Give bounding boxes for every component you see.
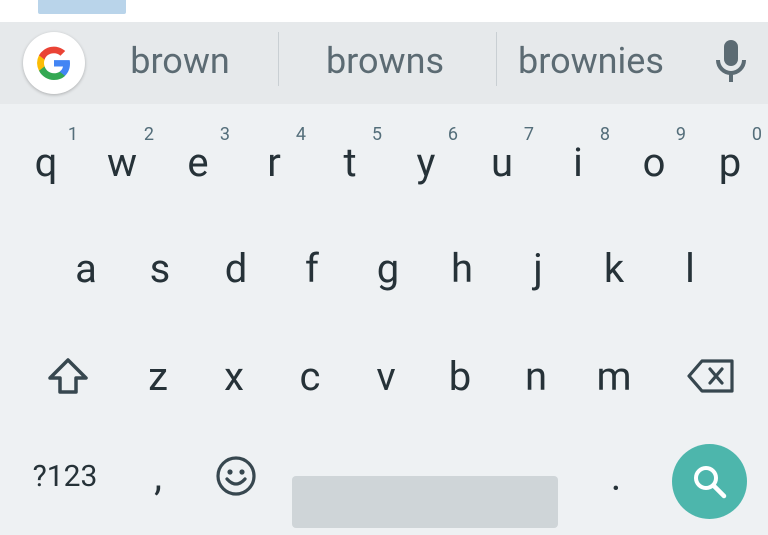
suggestion-2[interactable]: browns bbox=[300, 36, 470, 86]
key-t[interactable]: t5 bbox=[312, 122, 388, 202]
google-icon bbox=[37, 46, 70, 80]
key-s[interactable]: s bbox=[122, 228, 198, 308]
google-button[interactable] bbox=[23, 32, 85, 94]
shift-key[interactable] bbox=[20, 336, 116, 416]
key-p[interactable]: p0 bbox=[692, 122, 768, 202]
key-g[interactable]: g bbox=[350, 228, 426, 308]
key-y[interactable]: y6 bbox=[388, 122, 464, 202]
key-hint: 7 bbox=[523, 124, 534, 145]
key-r[interactable]: r4 bbox=[236, 122, 312, 202]
key-n[interactable]: n bbox=[498, 336, 574, 416]
shift-icon bbox=[48, 358, 88, 394]
key-b[interactable]: b bbox=[422, 336, 498, 416]
suggestion-3[interactable]: brownies bbox=[506, 36, 676, 86]
symbols-key[interactable]: ?123 bbox=[20, 436, 110, 516]
key-i[interactable]: i8 bbox=[540, 122, 616, 202]
suggestion-1[interactable]: brown bbox=[100, 36, 260, 86]
key-w[interactable]: w2 bbox=[84, 122, 160, 202]
suggestion-divider bbox=[278, 32, 279, 86]
app-content-cutoff bbox=[0, 0, 768, 22]
keyboard: brown browns brownies q1 w2 e3 r4 t5 y6 … bbox=[0, 22, 768, 535]
key-v[interactable]: v bbox=[348, 336, 424, 416]
key-hint: 0 bbox=[751, 124, 762, 145]
key-k[interactable]: k bbox=[576, 228, 652, 308]
key-h[interactable]: h bbox=[424, 228, 500, 308]
key-q[interactable]: q1 bbox=[8, 122, 84, 202]
key-f[interactable]: f bbox=[274, 228, 350, 308]
key-l[interactable]: l bbox=[652, 228, 728, 308]
space-bar[interactable] bbox=[292, 476, 558, 528]
key-x[interactable]: x bbox=[196, 336, 272, 416]
thumbnail-image bbox=[38, 0, 126, 14]
key-hint: 5 bbox=[371, 124, 382, 145]
key-j[interactable]: j bbox=[500, 228, 576, 308]
key-hint: 9 bbox=[675, 124, 686, 145]
search-key[interactable] bbox=[672, 444, 747, 519]
key-c[interactable]: c bbox=[272, 336, 348, 416]
key-m[interactable]: m bbox=[574, 336, 654, 416]
key-z[interactable]: z bbox=[120, 336, 196, 416]
key-hint: 2 bbox=[143, 124, 154, 145]
comma-key[interactable]: , bbox=[120, 436, 196, 516]
emoji-key[interactable] bbox=[196, 436, 276, 516]
key-hint: 3 bbox=[219, 124, 230, 145]
key-e[interactable]: e3 bbox=[160, 122, 236, 202]
emoji-icon bbox=[216, 456, 256, 496]
key-o[interactable]: o9 bbox=[616, 122, 692, 202]
period-key[interactable]: . bbox=[578, 436, 654, 516]
suggestion-strip: brown browns brownies bbox=[0, 22, 768, 104]
key-hint: 1 bbox=[67, 124, 78, 145]
key-u[interactable]: u7 bbox=[464, 122, 540, 202]
key-a[interactable]: a bbox=[48, 228, 124, 308]
voice-input-button[interactable] bbox=[710, 34, 752, 92]
backspace-icon bbox=[687, 359, 734, 393]
key-hint: 6 bbox=[447, 124, 458, 145]
key-hint: 8 bbox=[599, 124, 610, 145]
backspace-key[interactable] bbox=[666, 336, 756, 416]
microphone-icon bbox=[716, 40, 746, 82]
key-d[interactable]: d bbox=[198, 228, 274, 308]
search-icon bbox=[694, 466, 727, 499]
suggestion-divider bbox=[496, 32, 497, 86]
key-hint: 4 bbox=[295, 124, 306, 145]
